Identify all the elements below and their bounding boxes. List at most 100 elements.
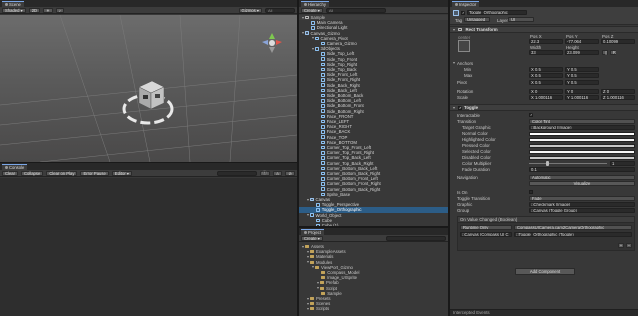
2d-toggle[interactable]: 2D: [28, 7, 41, 13]
disabled-color-swatch[interactable]: [529, 155, 635, 160]
warning-count[interactable]: ⚠: [272, 170, 283, 176]
toggle-enabled-checkbox[interactable]: ✓: [458, 105, 462, 110]
graphic-field[interactable]: □Checkmark (Image): [529, 202, 635, 207]
rot-y-field[interactable]: Y 0: [565, 89, 599, 94]
anchors-fold-icon[interactable]: [453, 62, 455, 64]
tab-console[interactable]: Console: [2, 163, 28, 170]
scale-x-field[interactable]: X 1.000116: [529, 95, 563, 100]
navigation-dropdown[interactable]: Automatic: [529, 175, 635, 180]
info-count[interactable]: ⓘ: [259, 170, 270, 176]
toggle-transition-dropdown[interactable]: Fade: [529, 196, 635, 201]
active-checkbox[interactable]: ✓: [461, 11, 465, 15]
tab-project[interactable]: Project: [301, 228, 325, 235]
target-graphic-field[interactable]: □Background (Image): [529, 125, 635, 130]
hierarchy-search-input[interactable]: All: [325, 7, 386, 13]
editor-dropdown[interactable]: Editor ▾: [111, 170, 133, 176]
color-multiplier-handle[interactable]: [546, 161, 549, 166]
intercepted-events-bar[interactable]: Intercepted Events: [450, 309, 638, 316]
expand-arrow-icon[interactable]: [307, 261, 309, 264]
add-listener-button[interactable]: +: [618, 243, 624, 248]
normal-color-swatch[interactable]: [529, 131, 635, 136]
lighting-toggle[interactable]: ☀: [43, 7, 53, 13]
expand-arrow-icon[interactable]: [302, 245, 304, 248]
visualize-button[interactable]: Visualize: [529, 181, 635, 186]
expand-arrow-icon[interactable]: [307, 307, 309, 310]
interactable-checkbox[interactable]: ✓: [529, 113, 533, 117]
scale-z-field[interactable]: Z 1.000116: [601, 95, 635, 100]
expand-arrow-icon[interactable]: [312, 47, 314, 50]
rot-x-field[interactable]: X 0: [529, 89, 563, 94]
expand-arrow-icon[interactable]: [307, 214, 309, 217]
raw-edit-button[interactable]: R: [610, 50, 616, 55]
project-folder-item[interactable]: Scripts: [299, 306, 448, 311]
expand-arrow-icon[interactable]: [317, 287, 319, 290]
event-argument-field[interactable]: □Toggle_Orthographic (Toggle): [514, 232, 632, 237]
collapse-toggle[interactable]: Collapse: [21, 170, 44, 176]
hierarchy-item[interactable]: Cube (1): [299, 223, 448, 226]
tag-dropdown[interactable]: Untagged: [464, 17, 490, 22]
toggle-component-header[interactable]: ✓ Toggle: [450, 104, 638, 111]
posx-field[interactable]: 22.3: [529, 39, 563, 44]
clear-button[interactable]: Clear: [2, 170, 19, 176]
object-name-field[interactable]: Toggle_Orthographic: [467, 10, 527, 15]
remove-listener-button[interactable]: −: [626, 243, 632, 248]
anchor-preset-button[interactable]: [458, 40, 470, 52]
scene-search-input[interactable]: All: [265, 7, 295, 13]
posz-field[interactable]: 0.10099: [601, 39, 635, 44]
hierarchy-create-button[interactable]: Create ▾: [301, 7, 323, 13]
pivot-x-field[interactable]: X 0.5: [529, 80, 563, 85]
console-search-input[interactable]: [216, 170, 257, 176]
color-multiplier-field[interactable]: 1: [610, 161, 635, 166]
expand-arrow-icon[interactable]: [312, 266, 314, 269]
rect-transform-fold-icon[interactable]: [453, 28, 455, 31]
audio-toggle[interactable]: ♪: [55, 7, 64, 13]
clear-on-play-toggle[interactable]: Clear on Play: [46, 170, 78, 176]
expand-arrow-icon[interactable]: [307, 255, 309, 258]
scene-viewport[interactable]: [0, 15, 297, 162]
function-dropdown[interactable]: CompassUICamera.cam2CameraOrthographic: [514, 225, 632, 230]
runtime-dropdown[interactable]: Runtime Only: [460, 225, 512, 230]
expand-arrow-icon[interactable]: [307, 297, 309, 300]
toggle-fold-icon[interactable]: [453, 106, 455, 109]
tab-inspector[interactable]: Inspector: [452, 0, 480, 7]
group-field[interactable]: □Canvas (Toggle Group): [529, 208, 635, 213]
height-field[interactable]: 23.099: [565, 50, 599, 55]
expand-arrow-icon[interactable]: [312, 37, 314, 40]
rect-transform-header[interactable]: Rect Transform: [450, 26, 638, 33]
color-multiplier-slider[interactable]: [529, 163, 607, 164]
selected-color-swatch[interactable]: [529, 149, 635, 154]
transition-dropdown[interactable]: Color Tint: [529, 119, 635, 124]
pressed-color-swatch[interactable]: [529, 143, 635, 148]
tab-scene[interactable]: Scene: [2, 0, 24, 7]
expand-arrow-icon[interactable]: [317, 281, 319, 284]
max-x-field[interactable]: X 0.5: [529, 73, 563, 78]
fade-duration-field[interactable]: 0.1: [529, 167, 635, 172]
add-component-button[interactable]: Add Component: [515, 268, 575, 275]
expand-arrow-icon[interactable]: [302, 32, 304, 35]
pivot-y-field[interactable]: Y 0.5: [565, 80, 599, 85]
tab-hierarchy[interactable]: Hierarchy: [301, 0, 329, 7]
expand-arrow-icon[interactable]: [307, 302, 309, 305]
posy-field[interactable]: -77.064: [565, 39, 599, 44]
project-search-input[interactable]: [386, 235, 446, 241]
error-count[interactable]: ⊘: [285, 170, 295, 176]
scale-y-field[interactable]: Y 1.000116: [565, 95, 599, 100]
width-field[interactable]: 33: [529, 50, 563, 55]
error-pause-toggle[interactable]: Error Pause: [80, 170, 109, 176]
max-y-field[interactable]: Y 0.5: [565, 73, 599, 78]
expand-arrow-icon[interactable]: [307, 250, 309, 253]
scene-expand-icon[interactable]: [302, 16, 304, 19]
blueprint-button[interactable]: ▯: [602, 50, 608, 55]
is-on-checkbox[interactable]: [529, 190, 533, 194]
min-y-field[interactable]: Y 0.5: [565, 67, 599, 72]
shading-mode-dropdown[interactable]: Shaded ▾: [2, 7, 26, 13]
rot-z-field[interactable]: Z 0: [601, 89, 635, 94]
expand-arrow-icon[interactable]: [307, 198, 309, 201]
min-x-field[interactable]: X 0.5: [529, 67, 563, 72]
highlighted-color-swatch[interactable]: [529, 137, 635, 142]
event-object-field[interactable]: □Canvas (Compass UI C: [460, 232, 512, 237]
project-create-button[interactable]: Create ▾: [301, 235, 323, 241]
anchors-label: Anchors: [457, 61, 474, 66]
layer-dropdown[interactable]: UI: [508, 17, 534, 22]
gizmos-dropdown[interactable]: Gizmos ▾: [238, 7, 262, 13]
